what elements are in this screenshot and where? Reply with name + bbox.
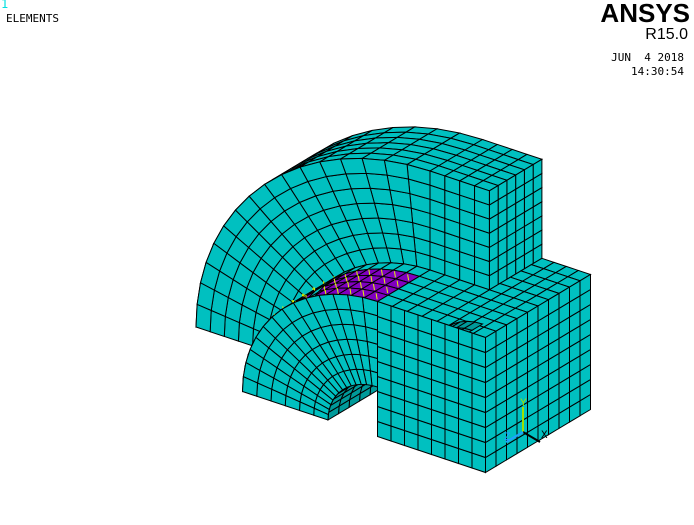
- block-front-face: [429, 170, 490, 291]
- ansys-graphics-window[interactable]: 1 ELEMENTS ANSYS R15.0 JUN 4 2018 14:30:…: [0, 0, 694, 525]
- element-mesh-plot[interactable]: [0, 0, 694, 525]
